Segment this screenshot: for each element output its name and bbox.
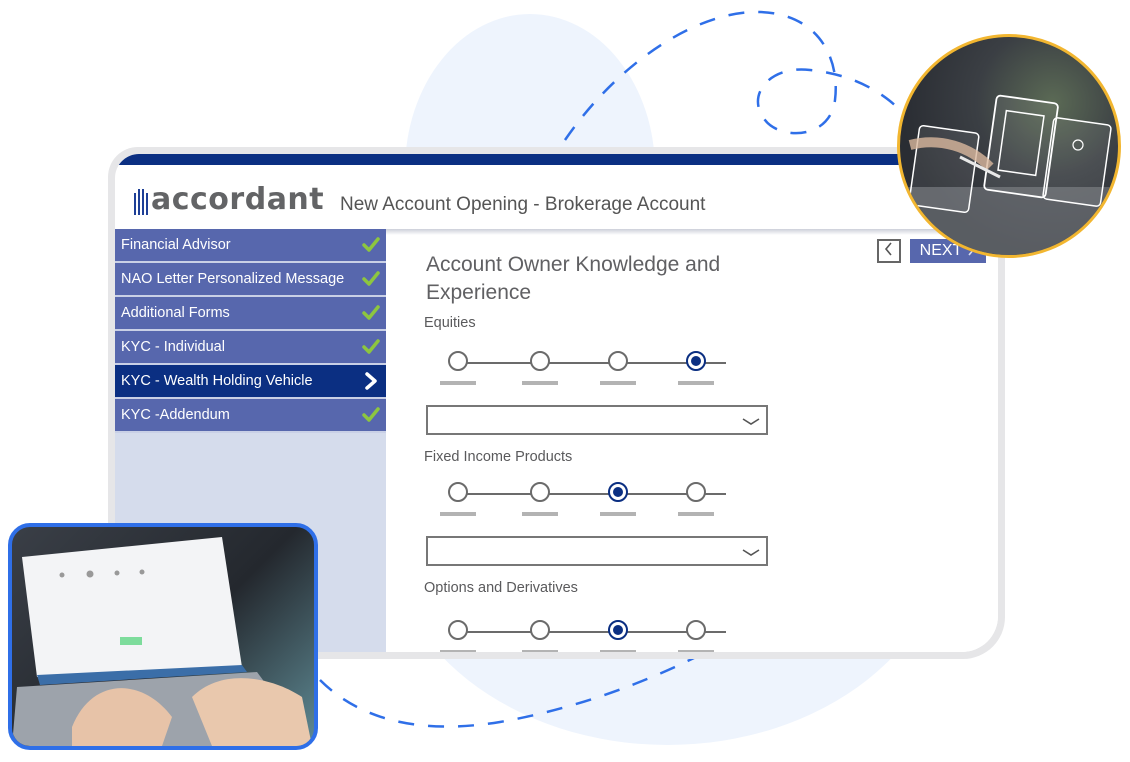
previous-button[interactable] (877, 239, 901, 263)
sidebar-item-additional-forms[interactable]: Additional Forms (115, 297, 386, 331)
rating-option-1[interactable] (448, 620, 472, 644)
question-label-fixed-income: Fixed Income Products (424, 449, 573, 465)
rating-option-label-placeholder (600, 381, 636, 385)
equities-dropdown[interactable] (426, 405, 768, 435)
rating-option-label-placeholder (600, 650, 636, 652)
radio-unselected[interactable] (448, 482, 468, 502)
radio-selected[interactable] (686, 351, 706, 371)
rating-option-2[interactable] (530, 620, 554, 644)
rating-option-label-placeholder (440, 512, 476, 516)
app-header: accordant New Account Opening - Brokerag… (115, 165, 998, 229)
rating-option-2[interactable] (530, 351, 554, 375)
laptop-illustration (12, 537, 312, 746)
rating-option-label-placeholder (678, 381, 714, 385)
sidebar-item-label: KYC -Addendum (121, 407, 230, 423)
sidebar-item-label: Financial Advisor (121, 237, 231, 253)
rating-option-3[interactable] (608, 351, 632, 375)
check-icon (356, 305, 386, 321)
sidebar-item-label: KYC - Individual (121, 339, 225, 355)
main-content: Account Owner Knowledge and Experience N… (386, 229, 998, 652)
chevron-down-icon (742, 545, 760, 563)
rating-option-label-placeholder (440, 650, 476, 652)
rating-option-4[interactable] (686, 351, 710, 375)
sidebar-item-financial-advisor[interactable]: Financial Advisor (115, 229, 386, 263)
sidebar-item-kyc-individual[interactable]: KYC - Individual (115, 331, 386, 365)
radio-unselected[interactable] (530, 620, 550, 640)
rating-option-1[interactable] (448, 482, 472, 506)
check-icon (356, 339, 386, 355)
rating-option-1[interactable] (448, 351, 472, 375)
rating-option-3[interactable] (608, 620, 632, 644)
person-tapping-virtual-documents-photo (897, 34, 1121, 258)
logo-bars-icon (134, 189, 148, 215)
radio-unselected[interactable] (530, 351, 550, 371)
rating-option-label-placeholder (522, 512, 558, 516)
rating-option-3[interactable] (608, 482, 632, 506)
chevron-right-icon (356, 372, 386, 390)
rating-scale-equities (440, 351, 738, 391)
rating-option-label-placeholder (678, 650, 714, 652)
sidebar-item-kyc-addendum[interactable]: KYC -Addendum (115, 399, 386, 433)
sidebar-item-nao-letter[interactable]: NAO Letter Personalized Message (115, 263, 386, 297)
rating-option-label-placeholder (522, 650, 558, 652)
radio-unselected[interactable] (448, 351, 468, 371)
radio-selected[interactable] (608, 620, 628, 640)
rating-option-label-placeholder (440, 381, 476, 385)
sidebar-item-label: Additional Forms (121, 305, 230, 321)
page-title: Account Owner Knowledge and Experience (426, 253, 721, 304)
sidebar-item-kyc-wealth-holding-vehicle[interactable]: KYC - Wealth Holding Vehicle (115, 365, 386, 399)
virtual-documents-illustration (900, 94, 1118, 255)
radio-selected[interactable] (608, 482, 628, 502)
chevron-left-icon (884, 241, 894, 261)
sidebar-item-label: KYC - Wealth Holding Vehicle (121, 373, 313, 389)
fixed-income-dropdown[interactable] (426, 536, 768, 566)
rating-option-label-placeholder (678, 512, 714, 516)
rating-scale-fixed-income (440, 482, 738, 522)
content-top-shadow (386, 229, 998, 235)
radio-unselected[interactable] (448, 620, 468, 640)
app-title: New Account Opening - Brokerage Account (340, 194, 706, 215)
check-icon (356, 271, 386, 287)
rating-scale-options-derivatives (440, 620, 738, 652)
rating-option-label-placeholder (600, 512, 636, 516)
radio-unselected[interactable] (530, 482, 550, 502)
hands-typing-on-laptop-photo (8, 523, 318, 750)
check-icon (356, 407, 386, 423)
rating-option-2[interactable] (530, 482, 554, 506)
check-icon (356, 237, 386, 253)
question-label-options-derivatives: Options and Derivatives (424, 580, 578, 596)
rating-option-4[interactable] (686, 482, 710, 506)
radio-unselected[interactable] (686, 482, 706, 502)
question-label-equities: Equities (424, 315, 476, 331)
chevron-down-icon (742, 414, 760, 432)
radio-unselected[interactable] (686, 620, 706, 640)
top-brand-band (115, 154, 998, 165)
rating-option-label-placeholder (522, 381, 558, 385)
accordant-logo: accordant (134, 185, 324, 215)
logo-text: accordant (151, 182, 325, 217)
rating-option-4[interactable] (686, 620, 710, 644)
sidebar-item-label: NAO Letter Personalized Message (121, 271, 345, 287)
radio-unselected[interactable] (608, 351, 628, 371)
